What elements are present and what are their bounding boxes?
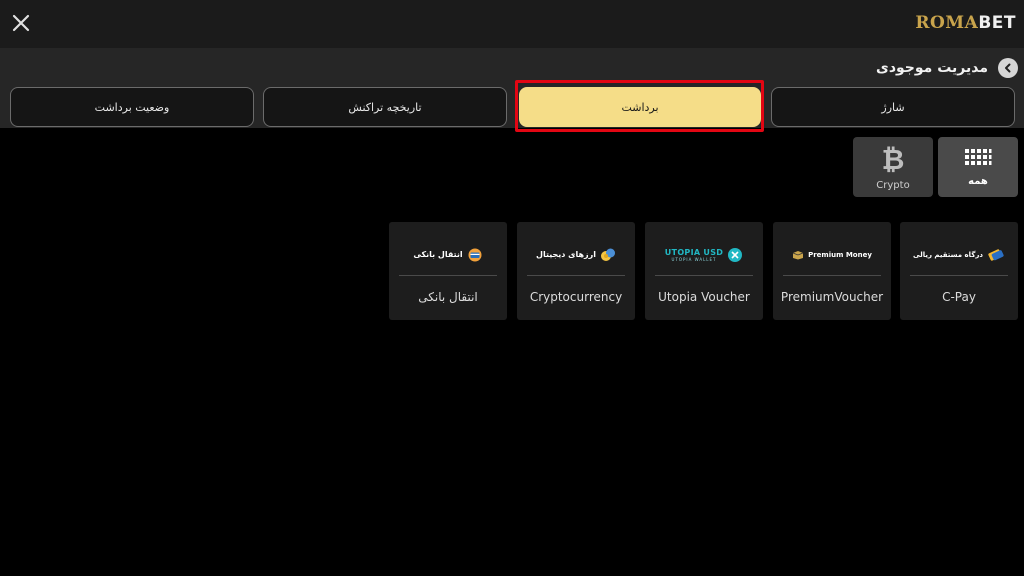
method-name: Utopia Voucher: [658, 290, 750, 304]
method-logo: UTOPIA USD UTOPIA WALLET: [655, 234, 753, 276]
method-card-premium-voucher[interactable]: Premium Money PremiumVoucher: [773, 222, 891, 320]
method-logo-text: Premium Money: [808, 250, 872, 259]
back-button[interactable]: [998, 58, 1018, 78]
cpay-icon: [988, 248, 1004, 261]
tab-deposit[interactable]: شارژ: [771, 87, 1015, 127]
tab-transaction-history[interactable]: تاریخچه تراکنش: [263, 87, 507, 127]
bitcoin-icon: ₿: [882, 144, 905, 174]
method-logo: ارزهای دیجیتال: [527, 234, 625, 276]
method-logo-text: UTOPIA USD: [664, 247, 724, 257]
method-name: انتقال بانکی: [418, 290, 478, 304]
tab-label: شارژ: [881, 100, 905, 114]
tab-label: تاریخچه تراکنش: [348, 100, 422, 114]
tab-withdraw-status[interactable]: وضعیت برداشت: [10, 87, 254, 127]
method-card-utopia-voucher[interactable]: UTOPIA USD UTOPIA WALLET Utopia Voucher: [645, 222, 763, 320]
filter-label: همه: [968, 175, 988, 187]
method-logo-text: انتقال بانکی: [413, 250, 463, 259]
premium-icon: [792, 250, 804, 259]
selection-highlight: [515, 80, 764, 132]
chevron-left-icon: [1005, 63, 1011, 73]
method-logo: Premium Money: [783, 234, 881, 276]
svg-text:₿: ₿: [882, 144, 905, 174]
page-title: مدیریت موجودی: [876, 60, 988, 76]
method-logo: انتقال بانکی: [399, 234, 497, 276]
tab-label: وضعیت برداشت: [94, 100, 170, 114]
method-logo: درگاه مستقیم ریالی: [910, 234, 1008, 276]
close-button[interactable]: [8, 10, 34, 36]
close-icon: [12, 14, 30, 32]
utopia-icon: [728, 247, 743, 262]
utopia-wordmark: UTOPIA USD UTOPIA WALLET: [665, 248, 723, 262]
method-card-bank-transfer[interactable]: انتقال بانکی انتقال بانکی: [389, 222, 507, 320]
coins-icon: [600, 248, 615, 261]
method-card-cpay[interactable]: درگاه مستقیم ریالی C-Pay: [900, 222, 1018, 320]
method-name: C-Pay: [942, 290, 976, 304]
bank-card-icon: [468, 248, 482, 261]
filter-crypto[interactable]: ₿ Crypto: [853, 137, 933, 197]
method-card-cryptocurrency[interactable]: ارزهای دیجیتال Cryptocurrency: [517, 222, 635, 320]
method-logo-text: درگاه مستقیم ریالی: [912, 250, 984, 259]
filter-all[interactable]: همه: [938, 137, 1018, 197]
method-name: Cryptocurrency: [529, 290, 623, 304]
filter-label: Crypto: [876, 179, 910, 191]
method-logo-text: ارزهای دیجیتال: [536, 250, 596, 259]
brand-logo: ROMABET: [915, 13, 1016, 33]
top-bar: [0, 0, 1024, 48]
method-logo-subtext: UTOPIA WALLET: [671, 256, 717, 262]
grid-icon: [965, 148, 992, 165]
method-name: PremiumVoucher: [780, 290, 884, 304]
